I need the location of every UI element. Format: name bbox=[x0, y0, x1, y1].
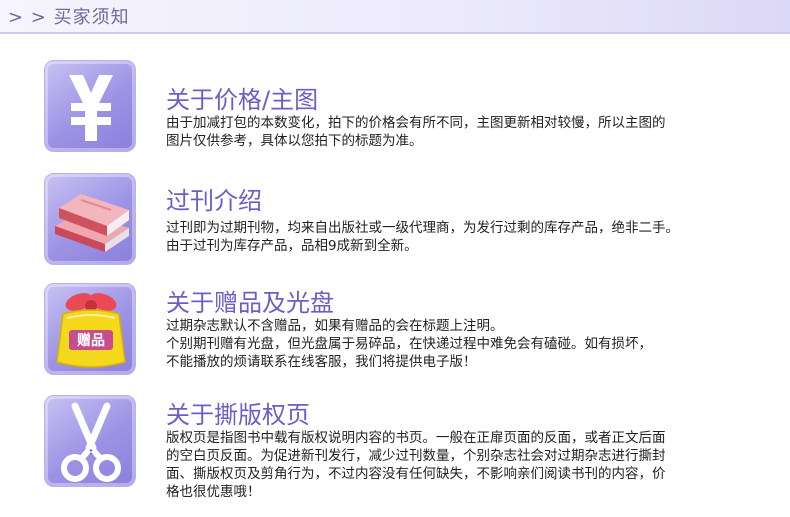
copyright-section-title: 关于撕版权页 bbox=[166, 401, 310, 429]
scissors-icon bbox=[44, 395, 136, 487]
copyright-line-1: 版权页是指图书中载有版权说明内容的书页。一般在正扉页面的反面，或者正文后面 bbox=[166, 430, 666, 446]
back-issues-section-body: 过刊即为过期刊物，均来自出版社或一级代理商，为发行过剩的库存产品，绝非二手。 由… bbox=[166, 219, 746, 255]
gifts-line-1: 过期杂志默认不含赠品，如果有赠品的会在标题上注明。 bbox=[166, 318, 504, 334]
gifts-section-title: 关于赠品及光盘 bbox=[166, 289, 334, 317]
copyright-line-2: 的空白页反面。为促进新刊发行，减少过刊数量，个别杂志社会对过期杂志进行撕封 bbox=[166, 448, 666, 464]
price-line-1: 由于加减打包的本数变化，拍下的价格会有所不同，主图更新相对较慢，所以主图的 bbox=[166, 115, 666, 131]
gifts-line-2: 个别期刊赠有光盘，但光盘属于易碎品，在快递过程中难免会有磕碰。如有损坏， bbox=[166, 336, 652, 352]
gifts-line-3: 不能播放的烦请联系在线客服，我们将提供电子版！ bbox=[166, 354, 477, 370]
header-title: > > 买家须知 bbox=[8, 7, 130, 28]
copyright-section-body: 版权页是指图书中载有版权说明内容的书页。一般在正扉页面的反面，或者正文后面 的空… bbox=[166, 429, 746, 501]
gift-icon-label: 赠品 bbox=[77, 332, 105, 349]
copyright-line-4: 格也很优惠哦！ bbox=[166, 484, 261, 500]
price-line-2: 图片仅供参考，具体以您拍下的标题为准。 bbox=[166, 133, 423, 149]
gifts-section-body: 过期杂志默认不含赠品，如果有赠品的会在标题上注明。 个别期刊赠有光盘，但光盘属于… bbox=[166, 317, 746, 371]
gift-icon: 赠品 bbox=[44, 283, 136, 375]
copyright-line-3: 面、撕版权页及剪角行为，不过内容没有任何缺失，不影响亲们阅读书刊的内容，价 bbox=[166, 466, 666, 482]
books-icon bbox=[44, 173, 136, 265]
section-header: > > 买家须知 bbox=[0, 0, 790, 34]
back-issues-line-2: 由于过刊为库存产品，品相9成新到全新。 bbox=[166, 238, 418, 254]
back-issues-section-title: 过刊介绍 bbox=[166, 187, 262, 215]
price-section-body: 由于加减打包的本数变化，拍下的价格会有所不同，主图更新相对较慢，所以主图的 图片… bbox=[166, 114, 746, 150]
back-issues-line-1: 过刊即为过期刊物，均来自出版社或一级代理商，为发行过剩的库存产品，绝非二手。 bbox=[166, 220, 679, 236]
yen-icon bbox=[44, 60, 136, 152]
buyer-notice-page: > > 买家须知 关于价格/主图 由于加减打包的本数变化，拍下的价格会有所不同，… bbox=[0, 0, 790, 517]
price-section-title: 关于价格/主图 bbox=[166, 86, 319, 114]
